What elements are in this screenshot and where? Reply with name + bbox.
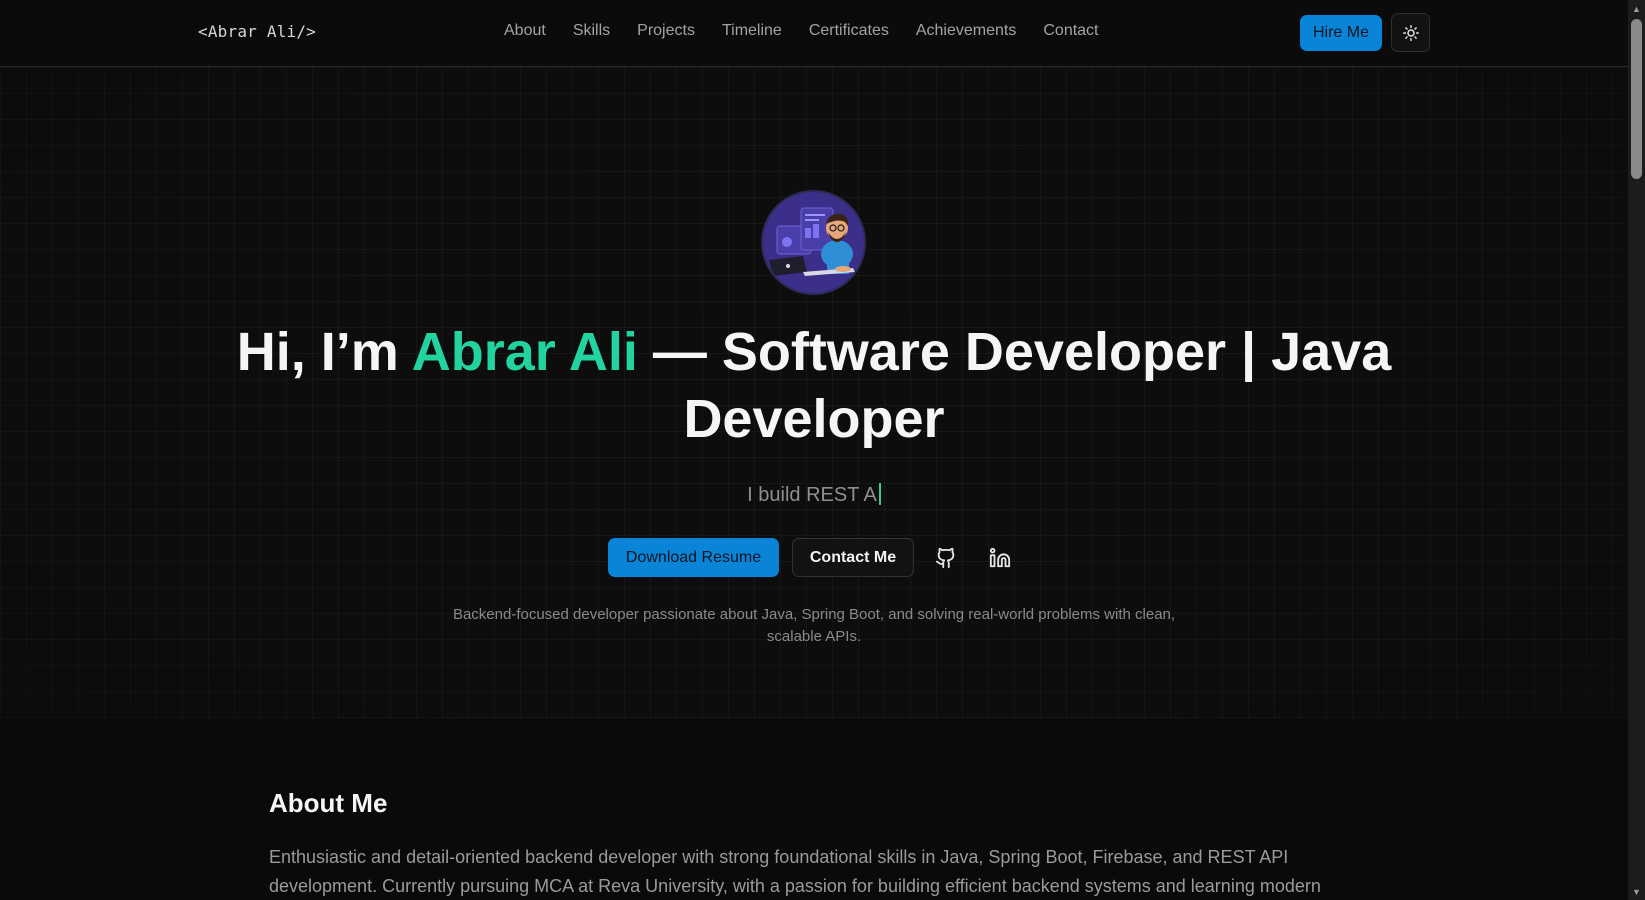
nav-projects[interactable]: Projects — [637, 22, 695, 40]
site-logo[interactable]: <Abrar Ali/> — [198, 22, 316, 41]
headline-title: — Software Developer | Java Developer — [637, 322, 1392, 449]
nav-achievements[interactable]: Achievements — [916, 22, 1017, 40]
linkedin-icon — [989, 547, 1011, 568]
download-resume-button[interactable]: Download Resume — [608, 538, 779, 577]
linkedin-link[interactable] — [988, 546, 1012, 570]
about-section: About Me Enthusiastic and detail-oriente… — [0, 719, 1628, 900]
nav-certificates[interactable]: Certificates — [809, 22, 889, 40]
theme-toggle-button[interactable] — [1391, 13, 1430, 52]
github-link[interactable] — [934, 546, 958, 570]
hero-tagline: Backend-focused developer passionate abo… — [452, 606, 1176, 645]
avatar — [761, 190, 866, 295]
hero-section: Hi, I’m Abrar Ali — Software Developer |… — [0, 67, 1628, 719]
scrollbar-thumb[interactable] — [1631, 19, 1642, 179]
sun-icon — [1402, 24, 1419, 41]
about-heading: About Me — [269, 788, 388, 818]
nav-skills[interactable]: Skills — [573, 22, 610, 40]
headline-greeting: Hi, I’m — [236, 322, 412, 382]
typing-caret — [878, 483, 881, 505]
headline-name: Abrar Ali — [411, 322, 638, 382]
scroll-up-arrow-icon[interactable]: ▲ — [1628, 0, 1645, 17]
nav-about[interactable]: About — [504, 22, 546, 40]
scroll-down-arrow-icon[interactable]: ▼ — [1628, 883, 1645, 900]
site-header: <Abrar Ali/> About Skills Projects Timel… — [0, 0, 1628, 67]
contact-me-button[interactable]: Contact Me — [792, 538, 914, 577]
nav-contact[interactable]: Contact — [1043, 22, 1098, 40]
hero-headline: Hi, I’m Abrar Ali — Software Developer |… — [200, 319, 1428, 453]
hire-me-button[interactable]: Hire Me — [1300, 15, 1382, 51]
typed-text: I build REST A — [747, 484, 877, 506]
github-icon — [935, 547, 955, 569]
nav-timeline[interactable]: Timeline — [722, 22, 782, 40]
page-scrollbar[interactable]: ▲ ▼ — [1628, 0, 1645, 900]
portfolio-page: <Abrar Ali/> About Skills Projects Timel… — [0, 0, 1645, 900]
main-nav: About Skills Projects Timeline Certifica… — [504, 22, 1099, 40]
about-body: Enthusiastic and detail-oriented backend… — [269, 847, 1321, 896]
typed-subtitle: I build REST A — [0, 483, 1628, 507]
